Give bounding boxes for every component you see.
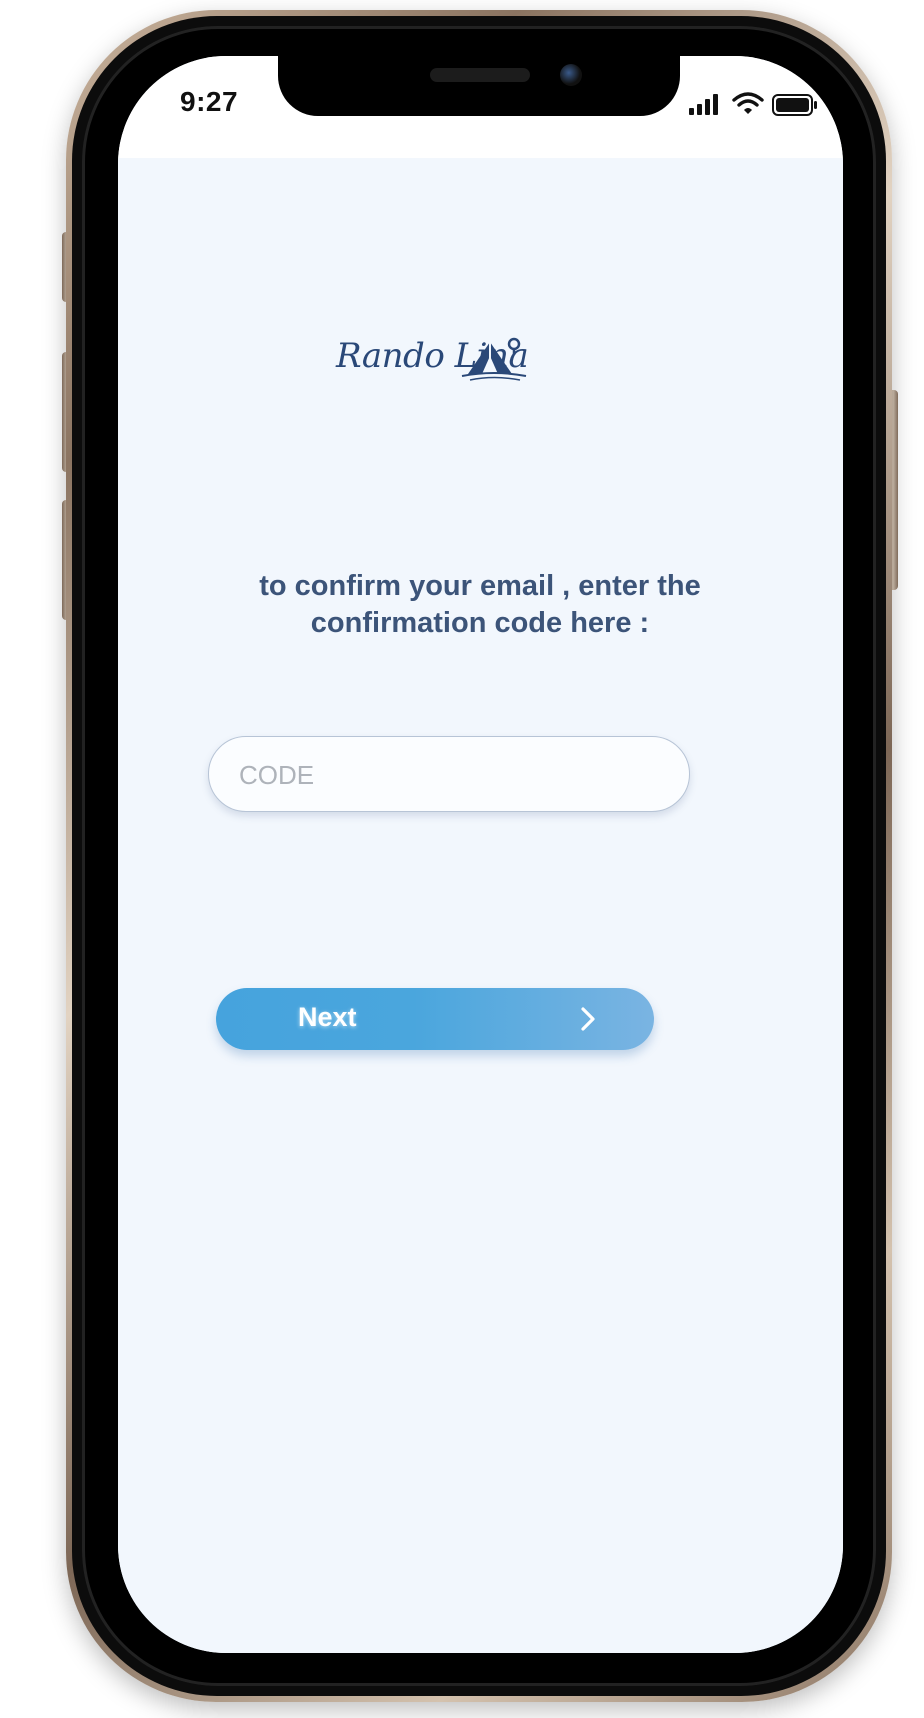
speaker-grille bbox=[430, 68, 530, 82]
code-field[interactable] bbox=[208, 736, 690, 813]
cellular-signal-icon bbox=[689, 94, 718, 115]
instruction-line-1: to confirm your email , enter the bbox=[259, 570, 701, 602]
app-logo: Rando Lina bbox=[336, 334, 558, 394]
phone-screen: 9:27 Rando Lina to confirm your email , … bbox=[118, 56, 843, 1653]
status-bar: 9:27 bbox=[118, 56, 843, 158]
confirm-email-view: Rando Lina to confirm your email , enter… bbox=[118, 158, 843, 1653]
notch bbox=[278, 56, 680, 116]
instruction-text: to confirm your email , enter the confir… bbox=[180, 568, 780, 642]
tent-location-icon bbox=[461, 337, 527, 381]
status-icons bbox=[688, 92, 818, 122]
instruction-line-2: confirmation code here : bbox=[310, 607, 650, 639]
next-label: Next bbox=[298, 1002, 357, 1032]
battery-icon bbox=[772, 94, 817, 116]
device-mockup: 9:27 Rando Lina to confirm your email , … bbox=[0, 0, 924, 1718]
status-time: 9:27 bbox=[180, 86, 239, 117]
wifi-icon bbox=[732, 92, 764, 114]
front-camera bbox=[560, 64, 582, 86]
code-input[interactable] bbox=[237, 737, 661, 813]
next-button[interactable]: Next bbox=[216, 988, 654, 1050]
chevron-right-icon bbox=[581, 1007, 595, 1031]
